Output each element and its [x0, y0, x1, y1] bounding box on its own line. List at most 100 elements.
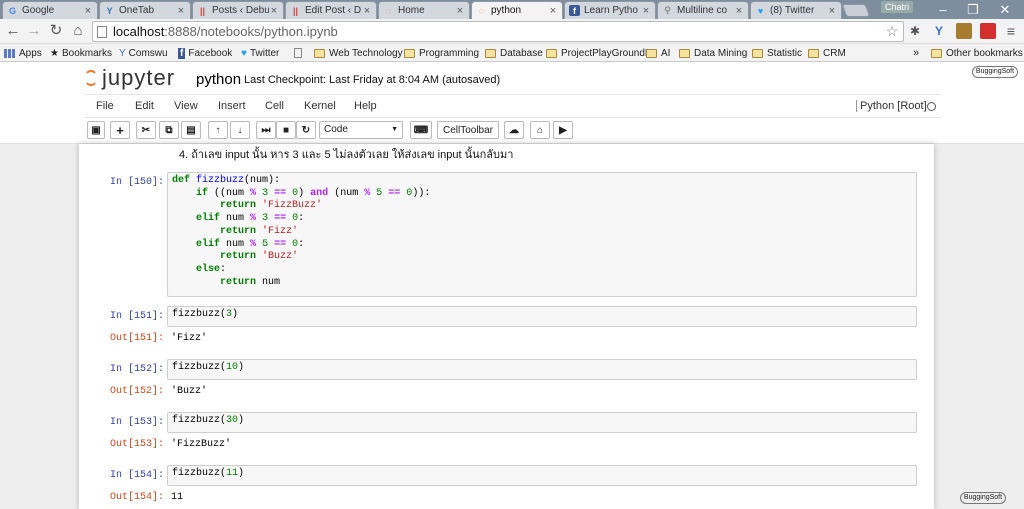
menu-help[interactable]: Help — [354, 100, 377, 112]
close-icon[interactable]: × — [827, 5, 837, 17]
upload-icon[interactable]: ☁ — [504, 121, 524, 139]
close-icon[interactable]: × — [548, 5, 558, 17]
code-cell-editor[interactable]: fizzbuzz(30) — [167, 412, 917, 433]
bookmark-folder-database[interactable]: Database — [485, 46, 543, 60]
code-argument: 10 — [226, 362, 239, 373]
code-cell-editor[interactable]: fizzbuzz(10) — [167, 359, 917, 380]
menu-insert[interactable]: Insert — [218, 100, 246, 112]
bookmark-bookmarks[interactable]: ★ Bookmarks — [50, 46, 112, 60]
browser-tab-google[interactable]: G Google × — [2, 1, 98, 19]
google-icon: G — [8, 5, 16, 16]
notebook-name[interactable]: python — [196, 71, 241, 88]
bookmark-page[interactable] — [294, 46, 306, 60]
forward-icon[interactable]: → — [25, 22, 43, 40]
buggingsoft-badge: BuggingSoft — [972, 66, 1018, 78]
onetab-extension-icon[interactable]: Y — [931, 23, 947, 39]
cell-type-select[interactable]: Code ▼ — [319, 121, 403, 139]
save-icon[interactable]: ▣ — [87, 121, 105, 139]
close-icon[interactable]: × — [269, 5, 279, 17]
extension-icon[interactable] — [956, 23, 972, 39]
tab-label: Posts ‹ Debu — [212, 5, 269, 16]
bookmark-folder-web-technology[interactable]: Web Technology — [314, 46, 403, 60]
folder-icon — [752, 48, 763, 58]
cut-icon[interactable]: ✂ — [136, 121, 156, 139]
browser-tab-edit-post[interactable]: || Edit Post ‹ D × — [285, 1, 377, 19]
paste-icon[interactable]: ▤ — [181, 121, 201, 139]
browser-tab-multiline[interactable]: ⚲ Multiline co × — [657, 1, 749, 19]
close-icon[interactable]: × — [734, 5, 744, 17]
minimize-icon[interactable]: – — [928, 0, 958, 19]
close-icon[interactable]: × — [455, 5, 465, 17]
home-icon[interactable]: ⌂ — [69, 22, 87, 40]
bookmark-extension-icon[interactable] — [980, 23, 996, 39]
bookmark-apps[interactable]: Apps — [4, 46, 42, 60]
menu-cell[interactable]: Cell — [265, 100, 284, 112]
bookmark-label: CRM — [823, 47, 846, 59]
folder-icon — [808, 48, 819, 58]
new-tab-button[interactable] — [841, 4, 871, 17]
browser-tab-learn-python[interactable]: f Learn Pytho × — [564, 1, 656, 19]
bookmark-folder-statistic[interactable]: Statistic — [752, 46, 802, 60]
bookmark-folder-crm[interactable]: CRM — [808, 46, 846, 60]
menu-view[interactable]: View — [174, 100, 198, 112]
present-icon[interactable]: ▶ — [553, 121, 573, 139]
input-prompt: In [151]: — [109, 311, 164, 322]
twitter-icon: ♥ — [241, 47, 247, 59]
menu-file[interactable]: File — [96, 100, 114, 112]
code-function-name: fizzbuzz — [172, 309, 221, 320]
delete-icon[interactable]: ⌂ — [530, 121, 550, 139]
keyboard-icon[interactable]: ⌨ — [410, 121, 432, 139]
restore-icon[interactable]: ❐ — [958, 0, 988, 19]
bookmark-twitter[interactable]: ♥ Twitter — [241, 46, 279, 60]
close-icon[interactable]: × — [362, 5, 372, 17]
bookmarks-overflow-button[interactable]: » — [913, 46, 919, 60]
bookmark-label: Web Technology — [329, 47, 403, 59]
menu-icon[interactable]: ≡ — [1003, 23, 1019, 39]
celltoolbar-button[interactable]: CellToolbar — [437, 121, 499, 139]
star-icon[interactable]: ☆ — [884, 23, 900, 39]
reload-icon[interactable]: ↻ — [47, 22, 65, 40]
facebook-icon: f — [178, 47, 186, 59]
bookmark-facebook[interactable]: f Facebook — [178, 46, 232, 60]
blog-icon: || — [292, 5, 299, 16]
bookmark-comswu[interactable]: Y Comswu — [119, 46, 168, 60]
code-cell-editor[interactable]: fizzbuzz(11) — [167, 465, 917, 486]
bookmark-folder-ai[interactable]: AI — [646, 46, 670, 60]
menu-edit[interactable]: Edit — [135, 100, 154, 112]
move-up-icon[interactable]: ↑ — [208, 121, 228, 139]
jupyter-logo[interactable]: jupyter — [84, 65, 175, 90]
kernel-idle-indicator-icon — [927, 102, 936, 111]
bookmark-folder-data-mining[interactable]: Data Mining — [679, 46, 747, 60]
bookmark-folder-projectplayground[interactable]: ProjectPlayGroundD — [546, 46, 652, 60]
close-icon[interactable]: × — [641, 5, 651, 17]
code-cell-editor[interactable]: fizzbuzz(3) — [167, 306, 917, 327]
browser-tab-onetab[interactable]: Y OneTab × — [99, 1, 191, 19]
jupyter-header: jupyter python Last Checkpoint: Last Fri… — [0, 62, 1024, 144]
jupyter-toolbar: ▣ + ✂ ⧉ ▤ ↑ ↓ ⏭ ■ ↻ Code ▼ ⌨ CellToolbar … — [84, 120, 941, 142]
close-icon[interactable]: × — [176, 5, 186, 17]
stop-kernel-icon[interactable]: ■ — [276, 121, 296, 139]
input-prompt: In [150]: — [109, 177, 164, 188]
extension-puzzle-icon[interactable]: ✱ — [907, 23, 923, 39]
browser-tab-posts[interactable]: || Posts ‹ Debu × — [192, 1, 284, 19]
run-cell-icon[interactable]: ⏭ — [256, 121, 276, 139]
profile-button[interactable]: Chatri — [881, 1, 913, 13]
menu-kernel[interactable]: Kernel — [304, 100, 336, 112]
restart-kernel-icon[interactable]: ↻ — [296, 121, 316, 139]
code-argument: 30 — [226, 415, 239, 426]
bookmark-folder-other[interactable]: Other bookmarks — [931, 46, 1023, 60]
back-icon[interactable]: ← — [4, 22, 22, 40]
browser-tab-twitter[interactable]: ♥ (8) Twitter × — [750, 1, 842, 19]
buggingsoft-watermark: BuggingSoft — [960, 492, 1006, 504]
code-cell-editor[interactable]: def fizzbuzz(num): if ((num % 3 == 0) an… — [167, 172, 917, 297]
browser-tab-python[interactable]: ◌ python × — [471, 1, 563, 19]
address-bar[interactable]: localhost:8888/notebooks/python.ipynb — [92, 21, 904, 42]
close-window-icon[interactable]: ✕ — [990, 0, 1020, 19]
bookmark-folder-programming[interactable]: Programming — [404, 46, 479, 60]
copy-icon[interactable]: ⧉ — [159, 121, 179, 139]
browser-tab-home[interactable]: ◌ Home × — [378, 1, 470, 19]
add-cell-icon[interactable]: + — [110, 121, 130, 139]
move-down-icon[interactable]: ↓ — [230, 121, 250, 139]
close-icon[interactable]: × — [83, 5, 93, 17]
notebook-container: 4. ถ้าเลข input นั้น หาร 3 และ 5 ไม่ลงตั… — [79, 144, 934, 509]
